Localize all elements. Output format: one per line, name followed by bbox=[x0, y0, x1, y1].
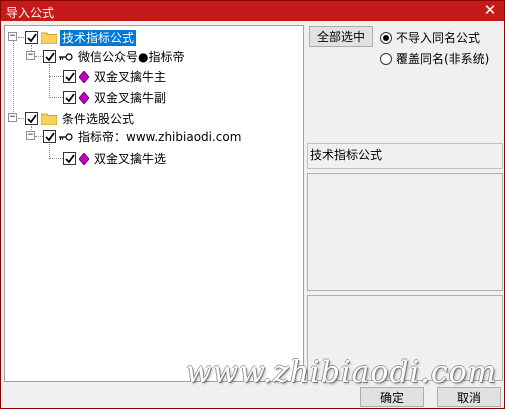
radio-skip-duplicates[interactable]: 不导入同名公式 bbox=[380, 29, 480, 46]
import-formula-dialog: 导入公式 ✕ − − − − 技术指标公式 微信公众号●指标帝 双金叉擒牛主 双… bbox=[0, 0, 505, 409]
tree-node-formula[interactable]: 双金叉擒牛副 bbox=[63, 89, 168, 106]
checkbox[interactable] bbox=[63, 91, 76, 104]
tree-connector-line bbox=[13, 38, 14, 118]
tree-node-author-site[interactable]: 指标帝：www.zhibiaodi.com bbox=[43, 128, 243, 145]
collapse-toggle[interactable]: − bbox=[8, 32, 17, 41]
folder-icon bbox=[41, 32, 57, 44]
tree-node-label: 微信公众号●指标帝 bbox=[78, 49, 185, 64]
tree-connector-line bbox=[49, 64, 50, 98]
radio-label: 不导入同名公式 bbox=[396, 31, 481, 45]
key-icon bbox=[59, 52, 73, 61]
collapse-toggle[interactable]: − bbox=[26, 131, 35, 140]
checkbox[interactable] bbox=[43, 50, 56, 63]
window-title: 导入公式 bbox=[6, 6, 55, 20]
tree-node-technical-indicators[interactable]: 技术指标公式 bbox=[25, 29, 137, 46]
checkbox[interactable] bbox=[25, 31, 38, 44]
select-all-button[interactable]: 全部选中 bbox=[309, 26, 373, 47]
tree-node-wechat-author[interactable]: 微信公众号●指标帝 bbox=[43, 48, 186, 65]
tree-node-label: 条件选股公式 bbox=[62, 111, 135, 126]
tree-connector-line bbox=[49, 158, 63, 159]
checkbox[interactable] bbox=[25, 112, 38, 125]
ok-button[interactable]: 确定 bbox=[360, 387, 424, 407]
radio-button[interactable] bbox=[380, 52, 392, 65]
collapse-toggle[interactable]: − bbox=[8, 113, 17, 122]
gem-icon bbox=[79, 152, 89, 165]
close-button[interactable]: ✕ bbox=[482, 2, 498, 18]
folder-icon bbox=[41, 113, 57, 125]
radio-label: 覆盖同名(非系统) bbox=[396, 52, 490, 66]
tree-connector-line bbox=[49, 97, 63, 98]
cancel-button[interactable]: 取消 bbox=[437, 387, 501, 407]
tree-node-label: 双金叉擒牛主 bbox=[94, 69, 167, 84]
key-icon bbox=[59, 132, 73, 141]
gem-icon bbox=[79, 70, 89, 83]
formula-tree: − − − − 技术指标公式 微信公众号●指标帝 双金叉擒牛主 双金叉擒牛副 条… bbox=[4, 25, 304, 382]
tree-connector-line bbox=[49, 76, 63, 77]
tree-node-label: 指标帝：www.zhibiaodi.com bbox=[78, 129, 242, 144]
checkbox[interactable] bbox=[43, 130, 56, 143]
collapse-toggle[interactable]: − bbox=[26, 51, 35, 60]
gem-icon bbox=[79, 91, 89, 104]
watermark-text: www.zhibiaodi.com bbox=[186, 355, 498, 390]
options-panel: 全部选中 不导入同名公式 覆盖同名(非系统) 技术指标公式 bbox=[307, 25, 503, 382]
checkbox[interactable] bbox=[63, 70, 76, 83]
description-box bbox=[307, 173, 503, 291]
tree-node-formula[interactable]: 双金叉擒牛主 bbox=[63, 68, 168, 85]
title-bar[interactable]: 导入公式 ✕ bbox=[1, 1, 504, 21]
tree-node-label: 双金叉擒牛选 bbox=[94, 151, 167, 166]
radio-button[interactable] bbox=[380, 31, 392, 44]
description-title: 技术指标公式 bbox=[307, 143, 503, 169]
tree-node-label: 双金叉擒牛副 bbox=[94, 90, 167, 105]
tree-node-stock-screening[interactable]: 条件选股公式 bbox=[25, 110, 136, 127]
tree-node-formula[interactable]: 双金叉擒牛选 bbox=[63, 150, 168, 167]
tree-connector-line bbox=[49, 144, 50, 159]
checkbox[interactable] bbox=[63, 152, 76, 165]
radio-overwrite-duplicates[interactable]: 覆盖同名(非系统) bbox=[380, 50, 489, 67]
tree-node-label: 技术指标公式 bbox=[60, 29, 137, 46]
